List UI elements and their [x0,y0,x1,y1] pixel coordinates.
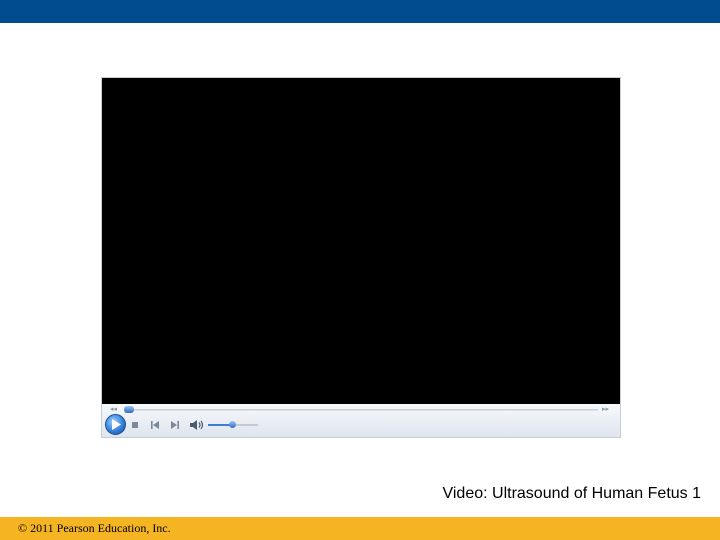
fast-forward-marker-icon: ▸▸ [602,406,610,413]
seek-bar-row: ◂◂ ▸▸ [102,406,620,414]
stop-icon[interactable] [130,420,140,430]
copyright-notice: © 2011 Pearson Education, Inc. [18,521,171,535]
seek-bar[interactable] [124,409,598,411]
play-button[interactable] [105,414,126,435]
video-caption: Video: Ultrasound of Human Fetus 1 [442,485,701,502]
media-player: ◂◂ ▸▸ [101,77,621,438]
header-bar [0,0,720,23]
volume-icon[interactable] [190,420,204,430]
button-row [102,414,620,436]
footer-bar: © 2011 Pearson Education, Inc. [0,517,720,540]
video-display[interactable] [102,78,620,404]
volume-handle[interactable] [229,421,236,428]
seek-handle[interactable] [124,406,134,413]
previous-icon[interactable] [150,420,160,430]
play-icon [112,419,121,430]
next-icon[interactable] [170,420,180,430]
player-controls: ◂◂ ▸▸ [102,404,620,437]
rewind-marker-icon: ◂◂ [110,406,118,413]
